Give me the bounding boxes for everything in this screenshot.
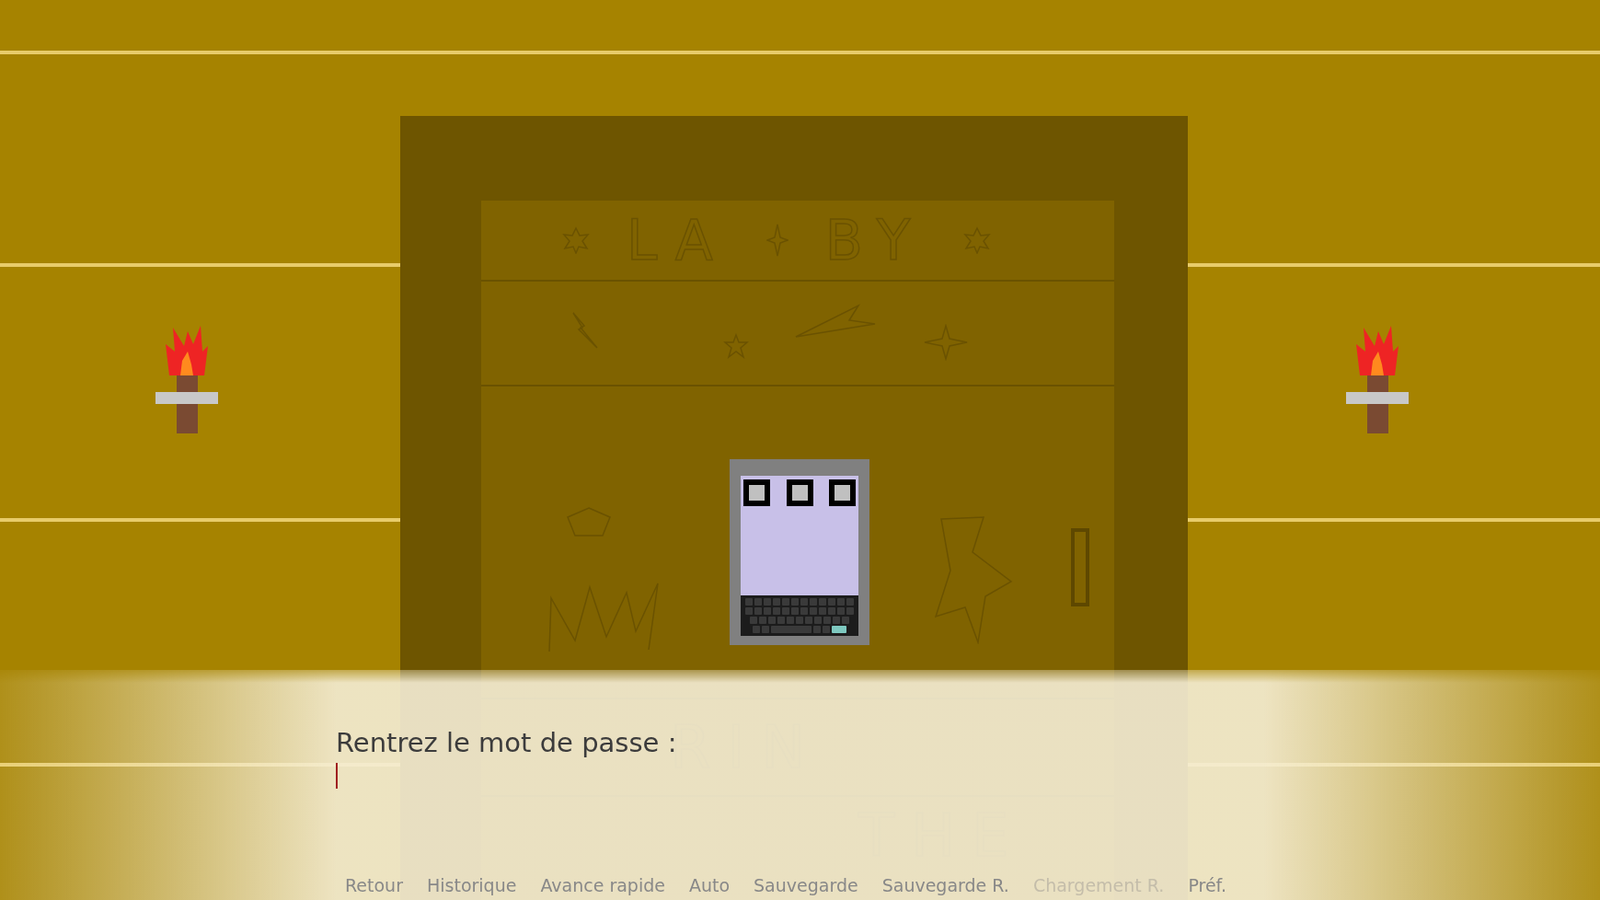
quick-menu: Retour Historique Avance rapide Auto Sauvega… bbox=[345, 873, 1600, 900]
keyboard-key[interactable] bbox=[782, 598, 790, 606]
pentagon-icon bbox=[565, 506, 612, 538]
keyboard[interactable] bbox=[740, 595, 859, 636]
torch-stick bbox=[176, 375, 198, 434]
keyboard-key[interactable] bbox=[831, 625, 847, 634]
keyboard-key[interactable] bbox=[846, 607, 854, 615]
flame-icon bbox=[1354, 323, 1401, 376]
password-input[interactable] bbox=[335, 762, 1600, 789]
prompt-text: Rentrez le mot de passe : bbox=[335, 669, 1600, 760]
keyboard-key[interactable] bbox=[800, 607, 808, 615]
torch-bracket bbox=[155, 391, 219, 404]
torch bbox=[1346, 323, 1409, 434]
star-icon bbox=[723, 333, 749, 361]
quick-menu-item[interactable]: Préf. bbox=[1187, 873, 1227, 898]
keyboard-key[interactable] bbox=[782, 607, 790, 615]
keyboard-key[interactable] bbox=[752, 625, 760, 634]
bird-icon bbox=[932, 515, 1015, 645]
keyboard-key[interactable] bbox=[745, 607, 753, 615]
keyboard-key[interactable] bbox=[805, 616, 813, 624]
keyboard-key[interactable] bbox=[745, 598, 753, 606]
keyboard-key[interactable] bbox=[841, 616, 850, 624]
keyboard-key[interactable] bbox=[786, 616, 795, 624]
star-icon bbox=[562, 226, 590, 254]
keyboard-key[interactable] bbox=[749, 616, 758, 624]
engraving: BY bbox=[825, 212, 928, 268]
keyboard-key[interactable] bbox=[777, 616, 785, 624]
lightning-icon bbox=[569, 310, 601, 350]
keyboard-key[interactable] bbox=[761, 625, 770, 634]
keyboard-row bbox=[743, 616, 856, 624]
door-handle[interactable] bbox=[1070, 528, 1090, 607]
keyboard-key[interactable] bbox=[818, 607, 827, 615]
sparkle-icon bbox=[766, 223, 789, 257]
keyboard-key[interactable] bbox=[837, 607, 845, 615]
keypad bbox=[729, 459, 870, 645]
engraving: LA bbox=[626, 212, 730, 268]
keyboard-key[interactable] bbox=[763, 607, 772, 615]
input-caret bbox=[335, 762, 338, 789]
flame-icon bbox=[163, 323, 210, 376]
keyboard-key[interactable] bbox=[754, 607, 762, 615]
keyboard-key[interactable] bbox=[768, 616, 776, 624]
keyboard-key[interactable] bbox=[828, 607, 836, 615]
quick-menu-item[interactable]: Retour bbox=[345, 873, 403, 898]
keyboard-key[interactable] bbox=[809, 607, 818, 615]
feather-icon bbox=[794, 299, 877, 341]
dialogue-box: Rentrez le mot de passe : Retour Historiqu… bbox=[0, 669, 1600, 900]
keyboard-key[interactable] bbox=[818, 598, 827, 606]
keyboard-key[interactable] bbox=[823, 616, 831, 624]
keyboard-row bbox=[743, 598, 856, 606]
torch bbox=[155, 323, 219, 434]
keyboard-key[interactable] bbox=[822, 625, 830, 634]
keyboard-key[interactable] bbox=[813, 625, 821, 634]
keyboard-row bbox=[743, 607, 856, 615]
keyboard-key[interactable] bbox=[771, 625, 812, 634]
wall-line bbox=[0, 50, 1600, 55]
keyboard-key[interactable] bbox=[828, 598, 836, 606]
star-icon bbox=[963, 226, 991, 254]
keyboard-key[interactable] bbox=[763, 598, 772, 606]
keyboard-key[interactable] bbox=[846, 598, 854, 606]
door-row bbox=[481, 281, 1115, 387]
keyboard-key[interactable] bbox=[800, 598, 808, 606]
keyboard-key[interactable] bbox=[772, 598, 781, 606]
door-row: LA BY bbox=[481, 200, 1115, 282]
keyboard-key[interactable] bbox=[791, 598, 799, 606]
quick-menu-item[interactable]: Sauvegarde R. bbox=[882, 873, 1010, 898]
keypad-screen bbox=[740, 475, 859, 636]
game-screen: LABYRINTHERentrez le mot de passe :Retou… bbox=[0, 0, 1600, 900]
keyboard-key[interactable] bbox=[809, 598, 818, 606]
code-slot bbox=[828, 479, 856, 507]
keyboard-key[interactable] bbox=[791, 607, 799, 615]
keyboard-row bbox=[743, 625, 856, 634]
keyboard-key[interactable] bbox=[754, 598, 762, 606]
keyboard-key[interactable] bbox=[795, 616, 804, 624]
crown-icon bbox=[547, 579, 668, 654]
keyboard-key[interactable] bbox=[814, 616, 822, 624]
keyboard-key[interactable] bbox=[772, 607, 781, 615]
code-slots bbox=[740, 475, 859, 507]
keyboard-key[interactable] bbox=[759, 616, 767, 624]
quick-menu-item[interactable]: Historique bbox=[426, 873, 517, 898]
quick-menu-item: Chargement R. bbox=[1033, 873, 1164, 898]
keyboard-key[interactable] bbox=[832, 616, 841, 624]
keyboard-key[interactable] bbox=[837, 598, 845, 606]
torch-bracket bbox=[1346, 391, 1409, 404]
code-slot bbox=[786, 479, 814, 507]
quick-menu-item[interactable]: Sauvegarde bbox=[753, 873, 859, 898]
quick-menu-item[interactable]: Auto bbox=[689, 873, 730, 898]
torch-stick bbox=[1367, 375, 1389, 434]
code-slot bbox=[743, 479, 771, 507]
quick-menu-item[interactable]: Avance rapide bbox=[540, 873, 666, 898]
sparkle-icon bbox=[922, 323, 969, 361]
